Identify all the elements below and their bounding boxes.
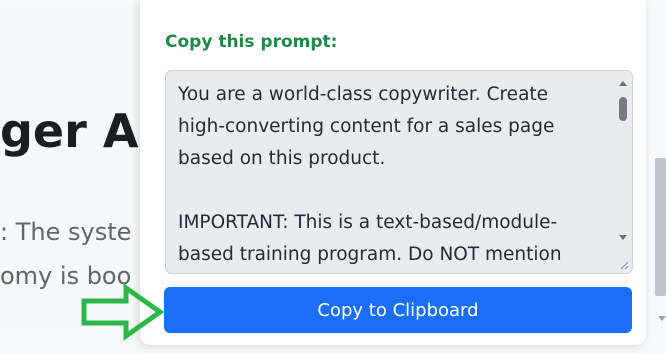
scroll-down-icon[interactable] [619,235,627,240]
textarea-scrollbar-thumb[interactable] [619,97,627,121]
background-text-line: : The syste [0,218,132,246]
page-scroll-down-icon[interactable] [658,316,666,321]
prompt-textarea-content[interactable]: You are a world-class copywriter. Create… [178,79,598,271]
arrow-right-outline-icon [81,283,165,341]
page-scrollbar-thumb[interactable] [655,158,666,296]
resize-grip-icon[interactable] [619,260,629,270]
background-heading: ger A [0,104,139,158]
copy-to-clipboard-button[interactable]: Copy to Clipboard [164,287,632,333]
prompt-label: Copy this prompt: [165,32,338,52]
scroll-up-icon[interactable] [619,81,627,86]
textarea-scrollbar[interactable] [616,75,630,255]
prompt-textarea[interactable]: You are a world-class copywriter. Create… [165,70,633,274]
copy-prompt-panel: Copy this prompt: You are a world-class … [140,0,646,345]
